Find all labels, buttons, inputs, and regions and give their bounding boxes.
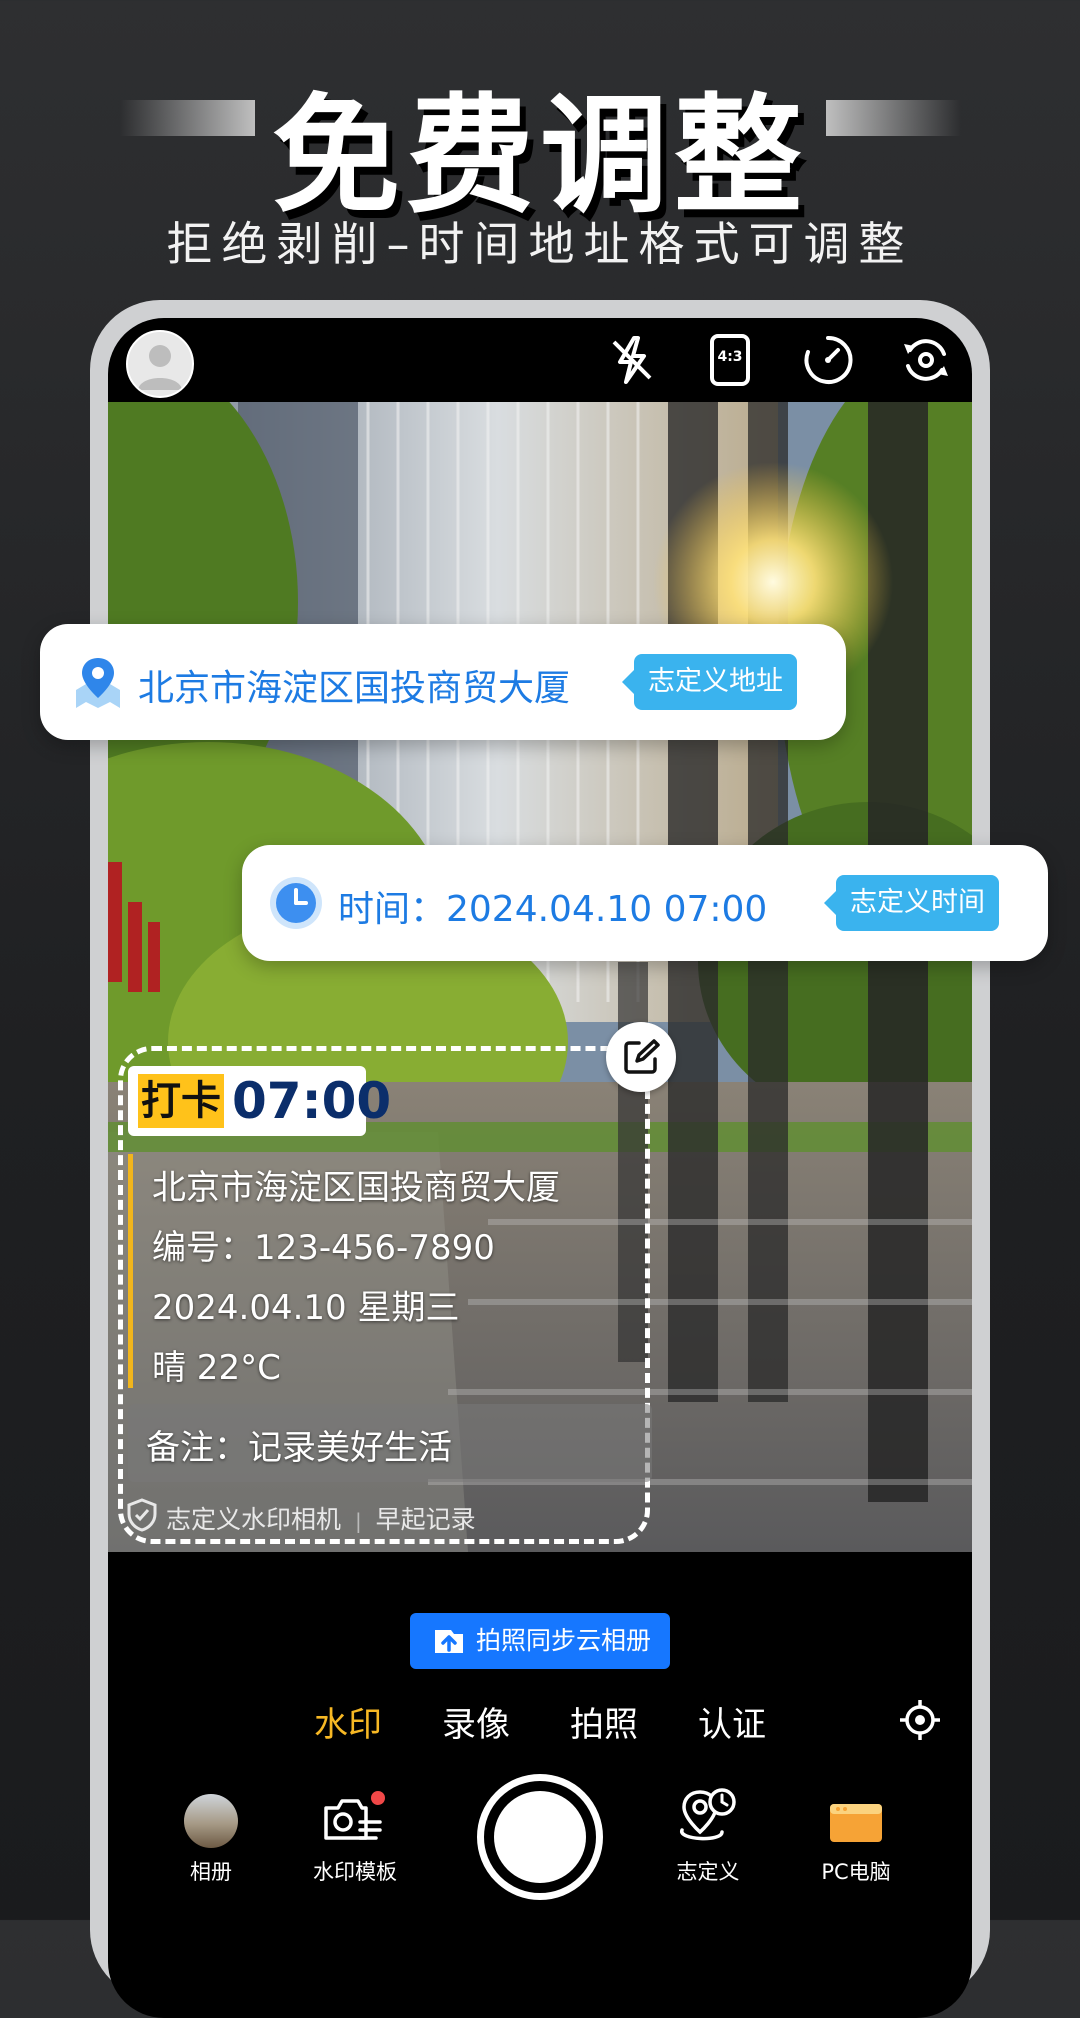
custom-address-card[interactable]: 北京市海淀区国投商贸大厦 志定义地址 [40,624,846,740]
locate-icon[interactable] [898,1698,942,1742]
avatar-icon [138,345,182,390]
watermark-footer: 志定义水印相机 | 早起记录 [166,1500,476,1536]
mode-watermark[interactable]: 水印 [314,1697,382,1746]
shutter-inner[interactable] [494,1791,586,1883]
shield-check-icon [127,1498,157,1532]
nav-album-label[interactable]: 相册 [141,1856,281,1886]
timer-icon[interactable] [800,332,856,388]
location-pin-icon [76,658,120,708]
switch-camera-icon[interactable] [898,332,954,388]
cloud-upload-icon [435,1630,463,1653]
watermark-footer-tag: 早起记录 [375,1505,476,1534]
watermark-footer-separator: | [354,1509,362,1533]
nav-custom-label[interactable]: 志定义 [638,1856,778,1886]
mode-photo[interactable]: 拍照 [570,1697,638,1746]
aspect-ratio-button[interactable]: 4:3 [702,332,758,388]
camera-top-bar: 4:3 [108,318,972,402]
watermark-weather: 晴 22°C [152,1348,281,1388]
sync-cloud-album-button[interactable]: 拍照同步云相册 [410,1613,670,1669]
mode-verify[interactable]: 认证 [698,1697,766,1746]
edit-icon [624,1039,660,1074]
clock-icon [270,877,322,929]
custom-address-text: 北京市海淀区国投商贸大厦 [138,668,571,709]
album-thumbnail[interactable] [184,1794,238,1848]
watermark-number: 编号：123-456-7890 [152,1228,495,1268]
custom-time-card[interactable]: 时间：2024.04.10 07:00 志定义时间 [242,845,1048,961]
aspect-ratio-label: 4:3 [717,349,743,365]
watermark-note: 备注：记录美好生活 [146,1428,452,1468]
watermark-accent-line [128,1154,133,1388]
custom-location-icon[interactable] [676,1786,742,1850]
hero-subtitle: 拒绝剥削–时间地址格式可调整 [166,217,914,271]
edit-watermark-button[interactable] [606,1022,676,1092]
watermark-date: 2024.04.10 星期三 [152,1288,460,1328]
sync-cloud-album-label: 拍照同步云相册 [476,1626,652,1655]
custom-time-tag[interactable]: 志定义时间 [824,875,999,931]
nav-watermark-template-label[interactable]: 水印模板 [285,1856,425,1886]
watermark-time: 07:00 [232,1072,392,1130]
custom-address-tag[interactable]: 志定义地址 [622,654,797,710]
watermark-template-icon[interactable] [322,1790,388,1850]
pc-computer-icon[interactable] [828,1802,884,1844]
custom-time-text: 时间：2024.04.10 07:00 [338,889,768,930]
mode-video[interactable]: 录像 [442,1697,510,1746]
avatar[interactable] [126,330,194,398]
nav-pc-label[interactable]: PC电脑 [786,1856,926,1886]
watermark-address: 北京市海淀区国投商贸大厦 [152,1168,560,1208]
watermark-footer-brand: 志定义水印相机 [166,1505,342,1534]
flash-off-icon[interactable] [604,332,660,388]
checkin-badge: 打卡 [138,1074,224,1128]
